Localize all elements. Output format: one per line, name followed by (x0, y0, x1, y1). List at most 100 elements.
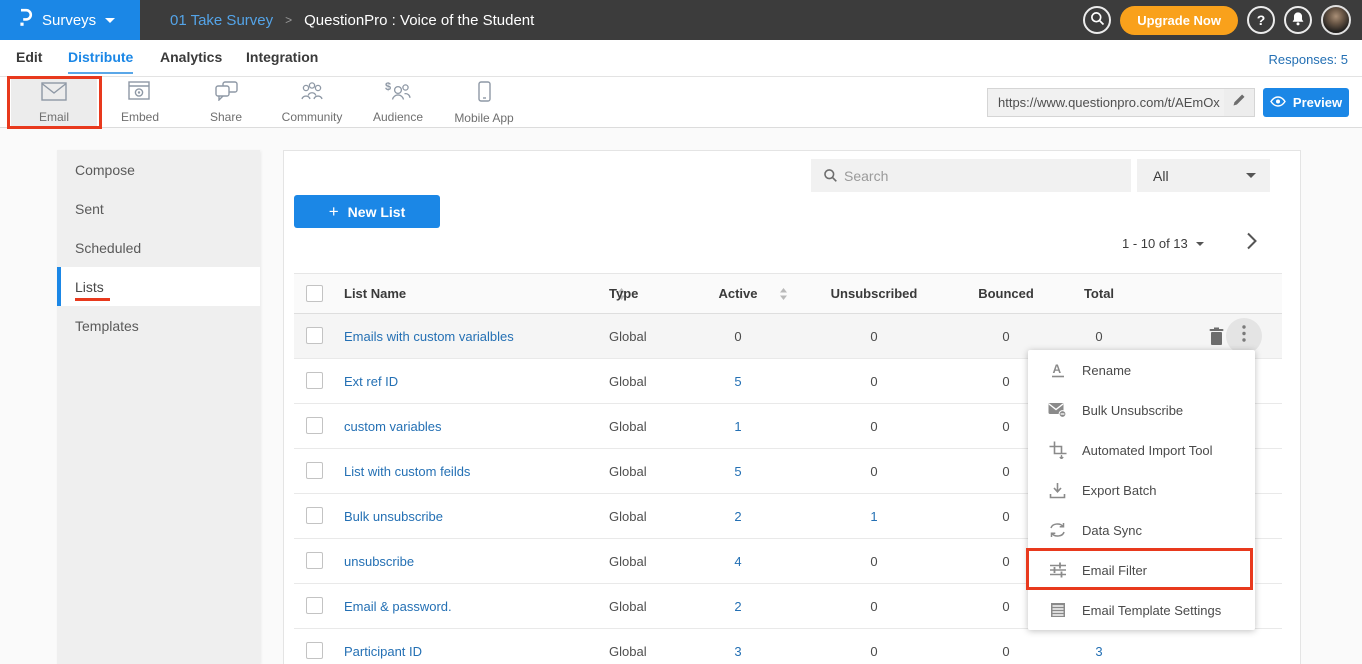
active-count: 1 (688, 404, 788, 448)
menu-item-automated-import-tool[interactable]: Automated Import Tool (1028, 430, 1255, 470)
bell-icon (1291, 11, 1305, 29)
row-actions-button[interactable] (1226, 318, 1262, 354)
channel-mobile-app[interactable]: Mobile App (441, 77, 527, 128)
header-total[interactable]: Total (1039, 274, 1159, 313)
list-name-link[interactable]: Email & password. (344, 599, 452, 614)
active-count: 5 (688, 359, 788, 403)
notifications-button[interactable] (1284, 6, 1312, 34)
channel-label: Community (282, 110, 343, 124)
unsubscribed-count: 0 (804, 629, 944, 664)
distribute-channel-bar: Email Embed Share Community (0, 77, 1362, 128)
active-count: 4 (688, 539, 788, 583)
next-page-button[interactable] (1239, 231, 1263, 255)
menu-item-export-batch[interactable]: Export Batch (1028, 470, 1255, 510)
header-active[interactable]: Active (688, 274, 788, 313)
unsubscribed-count: 0 (804, 449, 944, 493)
select-all-checkbox[interactable] (306, 285, 323, 302)
audience-icon: $ (385, 81, 411, 106)
row-checkbox[interactable] (306, 642, 323, 659)
menu-item-email-filter[interactable]: Email Filter (1028, 550, 1255, 590)
sidebar-item-templates[interactable]: Templates (57, 306, 260, 345)
new-list-button[interactable]: + New List (294, 195, 440, 228)
row-actions-menu: A Rename Bulk Unsubscribe Automated Impo… (1028, 350, 1255, 630)
breadcrumb: 01 Take Survey > QuestionPro : Voice of … (170, 0, 534, 40)
questionpro-email-lists-page: Surveys 01 Take Survey > QuestionPro : V… (0, 0, 1362, 664)
row-checkbox[interactable] (306, 327, 323, 344)
new-list-label: New List (348, 204, 406, 220)
pagination-range-dropdown[interactable]: 1 - 10 of 13 (1122, 236, 1204, 251)
filter-sliders-icon (1048, 562, 1067, 578)
automated-import-icon (1048, 441, 1067, 459)
sidebar-item-compose[interactable]: Compose (57, 150, 260, 189)
survey-url-input[interactable] (988, 95, 1224, 110)
help-button[interactable]: ? (1247, 6, 1275, 34)
list-name-link[interactable]: List with custom feilds (344, 464, 470, 479)
channel-audience[interactable]: $ Audience (355, 77, 441, 128)
upgrade-now-button[interactable]: Upgrade Now (1120, 6, 1238, 35)
channel-share[interactable]: Share (183, 77, 269, 128)
row-checkbox[interactable] (306, 507, 323, 524)
sidebar-item-scheduled[interactable]: Scheduled (57, 228, 260, 267)
list-name-link[interactable]: Ext ref ID (344, 374, 398, 389)
table-row[interactable]: Participant ID Global 3 0 0 3 (294, 629, 1282, 664)
unsubscribed-count: 0 (804, 404, 944, 448)
survey-nav-tabs: Edit Distribute Analytics Integration Re… (0, 40, 1362, 77)
tab-edit[interactable]: Edit (16, 49, 42, 65)
edit-url-button[interactable] (1224, 89, 1254, 116)
channel-embed[interactable]: Embed (97, 77, 183, 128)
preview-label: Preview (1293, 95, 1342, 110)
breadcrumb-separator: > (285, 13, 292, 27)
search-input[interactable] (838, 168, 1131, 184)
preview-button[interactable]: Preview (1263, 88, 1349, 117)
svg-text:A: A (1052, 362, 1061, 376)
list-name-link[interactable]: custom variables (344, 419, 442, 434)
sidebar-item-lists[interactable]: Lists (57, 267, 260, 306)
row-checkbox[interactable] (306, 417, 323, 434)
share-icon (214, 81, 239, 106)
menu-item-data-sync[interactable]: Data Sync (1028, 510, 1255, 550)
channel-label: Embed (121, 110, 159, 124)
channel-label: Email (39, 110, 69, 124)
table-header-row: List Name Type Active Unsubscribed Bounc… (294, 273, 1282, 314)
list-name-link[interactable]: unsubscribe (344, 554, 414, 569)
sidebar-item-label: Compose (75, 162, 135, 178)
menu-item-label: Automated Import Tool (1082, 443, 1213, 458)
sync-icon (1048, 522, 1067, 538)
list-filter-dropdown[interactable]: All (1137, 159, 1270, 192)
menu-item-rename[interactable]: A Rename (1028, 350, 1255, 390)
active-count: 2 (688, 494, 788, 538)
row-checkbox[interactable] (306, 462, 323, 479)
tab-analytics[interactable]: Analytics (160, 49, 222, 65)
sidebar-item-label: Lists (75, 279, 104, 295)
row-checkbox[interactable] (306, 552, 323, 569)
delete-list-button[interactable] (1209, 327, 1224, 350)
question-mark-icon: ? (1257, 12, 1266, 28)
search-icon (1090, 11, 1105, 29)
sidebar-item-label: Sent (75, 201, 104, 217)
channel-email[interactable]: Email (11, 77, 97, 128)
list-name-link[interactable]: Bulk unsubscribe (344, 509, 443, 524)
sidebar-item-label: Templates (75, 318, 139, 334)
sidebar-item-sent[interactable]: Sent (57, 189, 260, 228)
menu-item-label: Export Batch (1082, 483, 1156, 498)
svg-text:$: $ (385, 81, 391, 93)
breadcrumb-survey-link[interactable]: 01 Take Survey (170, 12, 273, 29)
channel-community[interactable]: Community (269, 77, 355, 128)
trash-icon (1209, 332, 1224, 349)
row-checkbox[interactable] (306, 372, 323, 389)
rename-icon: A (1048, 362, 1067, 379)
row-checkbox[interactable] (306, 597, 323, 614)
list-name-link[interactable]: Emails with custom varialbles (344, 329, 514, 344)
header-unsubscribed[interactable]: Unsubscribed (804, 274, 944, 313)
list-name-link[interactable]: Participant ID (344, 644, 422, 659)
product-switcher[interactable]: Surveys (0, 0, 140, 40)
tab-integration[interactable]: Integration (246, 49, 318, 65)
tab-distribute[interactable]: Distribute (68, 49, 133, 74)
user-avatar[interactable] (1321, 5, 1351, 35)
header-list-name[interactable]: List Name (344, 274, 604, 313)
responses-count[interactable]: Responses: 5 (1269, 52, 1349, 67)
export-download-icon (1048, 482, 1067, 499)
search-button[interactable] (1083, 6, 1111, 34)
menu-item-bulk-unsubscribe[interactable]: Bulk Unsubscribe (1028, 390, 1255, 430)
menu-item-email-template-settings[interactable]: Email Template Settings (1028, 590, 1255, 630)
